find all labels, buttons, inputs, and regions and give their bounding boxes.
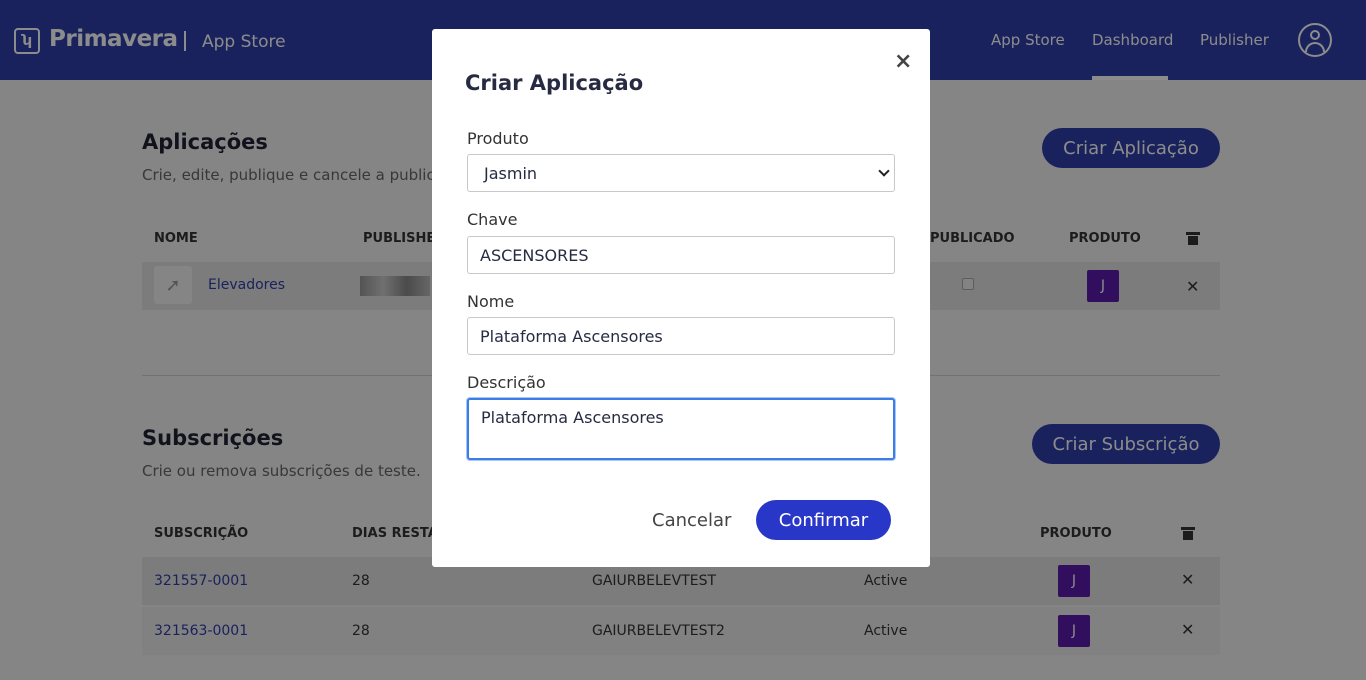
descricao-textarea[interactable]: Plataforma Ascensores: [467, 398, 895, 460]
chave-input[interactable]: [467, 236, 895, 274]
chevron-down-icon: [878, 165, 890, 177]
nome-label: Nome: [467, 292, 515, 311]
cancel-button[interactable]: Cancelar: [652, 510, 731, 531]
nome-input[interactable]: [467, 317, 895, 355]
produto-select[interactable]: Jasmin: [467, 154, 895, 192]
descricao-label: Descrição: [467, 373, 546, 392]
chave-label: Chave: [467, 210, 518, 229]
dialog-title: Criar Aplicação: [465, 71, 644, 95]
produto-selected-value: Jasmin: [484, 163, 538, 183]
close-icon[interactable]: ×: [894, 49, 912, 74]
produto-label: Produto: [467, 129, 529, 148]
create-application-dialog: Criar Aplicação × Produto Jasmin Chave N…: [432, 29, 930, 567]
confirm-button[interactable]: Confirmar: [756, 500, 891, 540]
